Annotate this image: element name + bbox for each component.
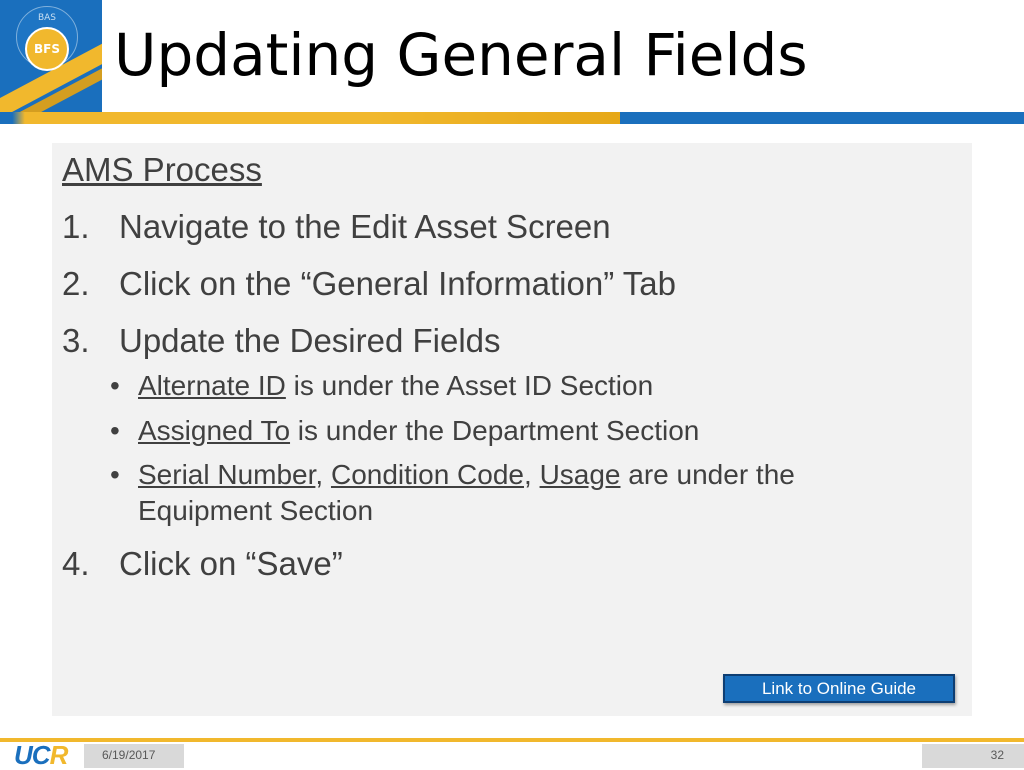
content-panel: AMS Process 1. Navigate to the Edit Asse… — [52, 143, 972, 716]
step-item: 2. Click on the “General Information” Ta… — [62, 265, 676, 322]
bullet-text: Assigned To is under the Department Sect… — [138, 413, 699, 449]
bullet-rest: are under the — [620, 459, 795, 490]
step-text: Click on “Save” — [119, 545, 343, 582]
ucr-logo-accent: R — [49, 740, 69, 770]
bullet-item: • Alternate ID is under the Asset ID Sec… — [62, 368, 653, 413]
step-item: 4. Click on “Save” — [62, 545, 343, 585]
field-name-link: Assigned To — [138, 415, 291, 446]
section-heading: AMS Process — [62, 151, 262, 188]
step-text: Navigate to the Edit Asset Screen — [119, 208, 611, 245]
bullet-separator: , — [524, 459, 540, 490]
ucr-logo: UCR — [14, 740, 69, 770]
step-number: 2. — [62, 265, 90, 302]
field-name-link: Usage — [539, 459, 621, 490]
bullet-dot: • — [110, 415, 120, 446]
online-guide-link-button[interactable]: Link to Online Guide — [723, 674, 955, 703]
bfs-logo: BAS BFS — [0, 0, 102, 112]
bullet-text: Serial Number, Condition Code, Usage are… — [138, 457, 795, 493]
content-text: AMS Process 1. Navigate to the Edit Asse… — [62, 151, 795, 585]
field-name-link: Condition Code — [330, 459, 524, 490]
bullet-item: • Serial Number, Condition Code, Usage a… — [62, 457, 795, 493]
step-number: 1. — [62, 208, 90, 245]
logo-ring: BAS BFS — [16, 6, 78, 71]
bullet-rest: is under the Department Section — [290, 415, 700, 446]
step-number: 3. — [62, 322, 90, 359]
step-item: 1. Navigate to the Edit Asset Screen — [62, 208, 611, 265]
footer-gold-line — [0, 738, 1024, 742]
bullet-text: Alternate ID is under the Asset ID Secti… — [138, 368, 653, 404]
bullet-continuation: Equipment Section — [62, 493, 373, 545]
logo-bas-text: BAS — [37, 13, 57, 23]
header-bar-gold — [0, 112, 620, 124]
footer-page-box — [922, 744, 1024, 768]
logo-bfs-badge: BFS — [25, 27, 69, 71]
slide-page-number: 32 — [990, 748, 1004, 762]
field-name-link: Serial Number — [138, 459, 316, 490]
bullet-rest: is under the Asset ID Section — [285, 370, 654, 401]
bullet-separator: , — [315, 459, 331, 490]
step-number: 4. — [62, 545, 90, 582]
footer-date: 6/19/2017 — [102, 748, 156, 762]
slide-header: BAS BFS Updating General Fields — [0, 0, 1024, 124]
bullet-dot: • — [110, 370, 120, 401]
ucr-logo-main: UC — [14, 740, 51, 770]
slide-title: Updating General Fields — [114, 21, 808, 89]
step-text: Update the Desired Fields — [119, 322, 501, 359]
step-text: Click on the “General Information” Tab — [119, 265, 676, 302]
bullet-dot: • — [110, 459, 120, 490]
bullet-text-line2: Equipment Section — [138, 495, 374, 526]
step-item: 3. Update the Desired Fields — [62, 322, 501, 368]
bullet-item: • Assigned To is under the Department Se… — [62, 413, 699, 457]
field-name-link: Alternate ID — [138, 370, 286, 401]
